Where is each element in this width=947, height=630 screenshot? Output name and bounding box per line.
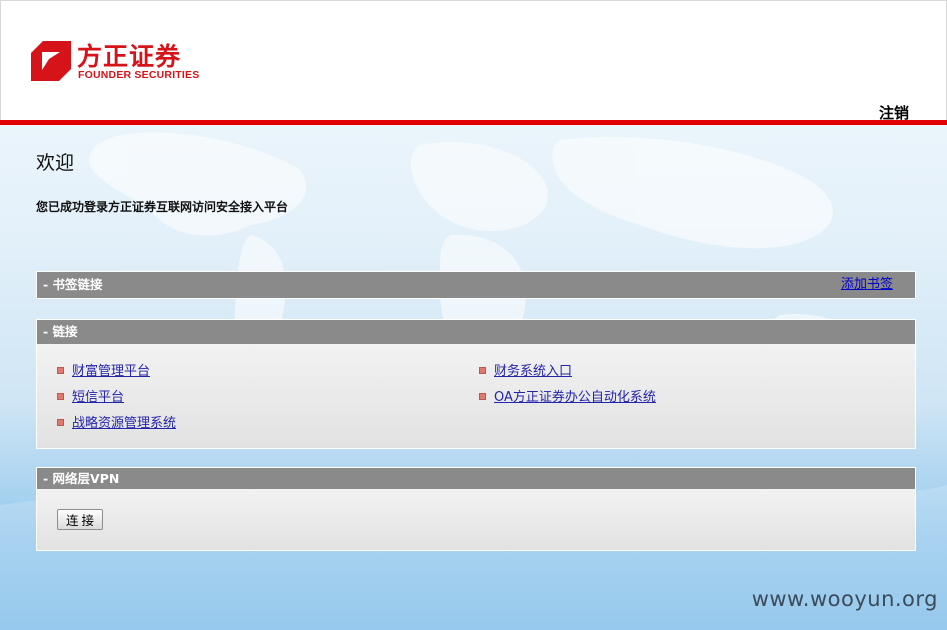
add-bookmark-link[interactable]: 添加书签 [841,272,893,298]
bullet-icon [479,367,486,374]
founder-logo-icon [31,41,71,81]
logo-english-name: FOUNDER SECURITIES [78,69,200,81]
bookmarks-panel-header: - 书签链接 添加书签 [37,272,915,298]
vpn-panel-header: - 网络层VPN [37,468,915,489]
links-panel-body: 财富管理平台 短信平台 战略资源管理系统 财务系统入口 OA方正证券办公自动化系… [37,344,915,448]
watermark-text: www.wooyun.org [751,587,938,611]
bullet-icon [57,367,64,374]
link-label[interactable]: 战略资源管理系统 [72,416,176,431]
link-finance-system[interactable]: 财务系统入口 [479,360,572,379]
link-oa-system[interactable]: OA方正证券办公自动化系统 [479,386,656,405]
link-label[interactable]: 财务系统入口 [494,364,572,379]
welcome-title: 欢迎 [36,152,75,174]
vpn-panel-title: - 网络层VPN [43,471,120,486]
vpn-panel-body: 连接 [37,489,915,550]
connect-button[interactable]: 连接 [57,509,103,530]
links-panel-header: - 链接 [37,320,915,344]
link-sms-platform[interactable]: 短信平台 [57,386,124,405]
vpn-panel: - 网络层VPN 连接 [36,467,916,551]
links-panel-title: - 链接 [43,324,78,339]
header-bar: 方正证券 FOUNDER SECURITIES 注销 [0,0,947,122]
link-label[interactable]: 财富管理平台 [72,364,150,379]
bullet-icon [57,393,64,400]
link-wealth-management[interactable]: 财富管理平台 [57,360,150,379]
links-panel: - 链接 财富管理平台 短信平台 战略资源管理系统 财务系统入口 OA方正证券办… [36,319,916,449]
bullet-icon [57,419,64,426]
bookmarks-panel-title: - 书签链接 [43,277,103,292]
bullet-icon [479,393,486,400]
link-strategic-resources[interactable]: 战略资源管理系统 [57,412,176,431]
logo-chinese-name: 方正证券 [77,42,182,71]
welcome-message: 您已成功登录方正证券互联网访问安全接入平台 [36,200,289,214]
bookmarks-panel: - 书签链接 添加书签 [36,271,916,299]
founder-logo: 方正证券 FOUNDER SECURITIES [29,39,199,83]
link-label[interactable]: 短信平台 [72,390,124,405]
link-label[interactable]: OA方正证券办公自动化系统 [494,390,656,405]
